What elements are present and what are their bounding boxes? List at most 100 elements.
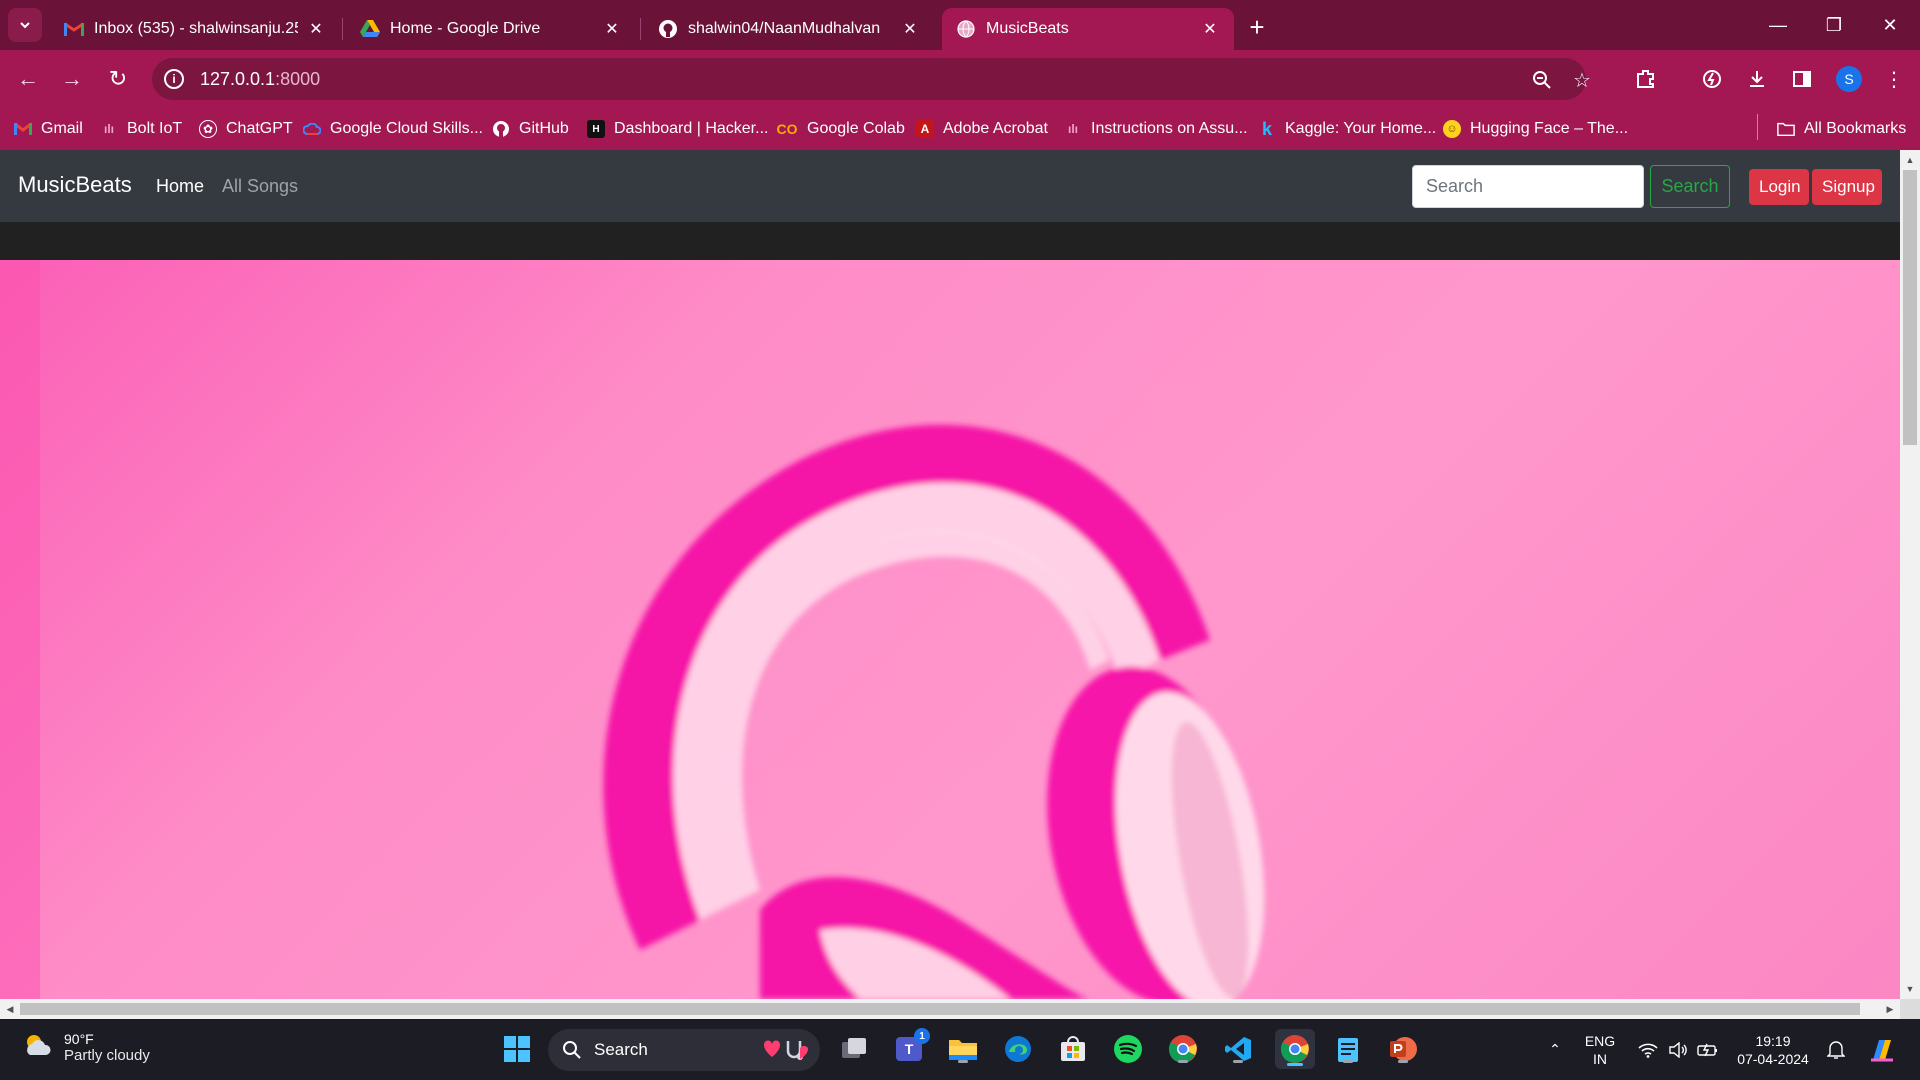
minimize-button[interactable]: — [1750, 0, 1806, 50]
taskbar-search[interactable]: Search [548, 1029, 820, 1071]
scroll-up-icon[interactable]: ▲ [1900, 152, 1920, 168]
bookmark-bolt-iot[interactable]: ılı Bolt IoT [100, 108, 182, 150]
site-info-icon[interactable]: i [164, 69, 184, 89]
teams-app[interactable]: T 1 [892, 1028, 930, 1066]
file-explorer-app[interactable] [946, 1032, 980, 1066]
tab-gmail[interactable]: Inbox (535) - shalwinsanju.25cs ✕ [50, 8, 340, 50]
powerpoint-app[interactable] [1386, 1032, 1420, 1066]
language-indicator[interactable]: ENG IN [1574, 1019, 1626, 1080]
browser-toolbar: ← → ↻ i 127.0.0.1:8000 ☆ ⋮ [0, 50, 1920, 108]
back-button[interactable]: ← [10, 61, 46, 97]
wifi-icon[interactable] [1634, 1019, 1662, 1080]
close-icon[interactable]: ✕ [306, 19, 326, 39]
bookmark-chatgpt[interactable]: ✿ ChatGPT [199, 108, 293, 150]
bookmark-adobe-acrobat[interactable]: A Adobe Acrobat [916, 108, 1048, 150]
restore-button[interactable]: ❐ [1806, 0, 1862, 50]
side-panel-icon[interactable] [1788, 65, 1816, 93]
bookmark-label: Bolt IoT [127, 120, 183, 137]
spotify-app[interactable] [1111, 1032, 1145, 1066]
tab-search-button[interactable] [8, 8, 42, 42]
google-cloud-icon [303, 120, 321, 138]
login-button[interactable]: Login [1749, 169, 1809, 205]
address-bar[interactable]: i 127.0.0.1:8000 ☆ [152, 58, 1591, 100]
close-window-button[interactable]: ✕ [1862, 0, 1918, 50]
tab-github[interactable]: shalwin04/NaanMudhalvan ✕ [644, 8, 934, 50]
hero-image [0, 260, 1900, 999]
vertical-scroll-thumb[interactable] [1903, 170, 1917, 445]
tab-google-drive[interactable]: Home - Google Drive ✕ [346, 8, 636, 50]
bookmark-hugging-face[interactable]: ☺ Hugging Face – The... [1443, 108, 1628, 150]
bookmark-hackerrank[interactable]: H Dashboard | Hacker... [587, 108, 768, 150]
running-indicator [1178, 1060, 1188, 1063]
bookmark-github[interactable]: GitHub [492, 108, 569, 150]
start-button[interactable] [500, 1032, 534, 1066]
scroll-right-icon[interactable]: ▶ [1880, 999, 1900, 1019]
scroll-down-icon[interactable]: ▼ [1900, 981, 1920, 997]
bookmark-gmail[interactable]: Gmail [14, 108, 83, 150]
nav-all-songs[interactable]: All Songs [222, 176, 298, 197]
url-text[interactable]: 127.0.0.1:8000 [200, 69, 320, 90]
edge-app[interactable] [1001, 1032, 1035, 1066]
bookmark-label: Gmail [41, 120, 83, 137]
running-indicator [1343, 1060, 1353, 1063]
copilot-icon[interactable] [1862, 1019, 1902, 1080]
chrome-app-active[interactable] [1275, 1029, 1315, 1069]
brand-logo[interactable]: MusicBeats [18, 172, 132, 198]
headphones-icon [0, 260, 1265, 999]
bookmark-instructions[interactable]: ılı Instructions on Assu... [1064, 108, 1248, 150]
weather-widget[interactable]: 90°F Partly cloudy [22, 1031, 150, 1064]
folder-icon [949, 1040, 977, 1060]
bookmark-star-icon[interactable]: ☆ [1570, 68, 1594, 92]
close-icon[interactable]: ✕ [900, 19, 920, 39]
signup-button[interactable]: Signup [1812, 169, 1882, 205]
running-indicator [1398, 1060, 1408, 1063]
chrome-app[interactable] [1166, 1032, 1200, 1066]
close-icon[interactable]: ✕ [1200, 19, 1220, 39]
zoom-icon[interactable] [1530, 68, 1554, 92]
clock-time: 19:19 [1755, 1032, 1791, 1049]
close-icon[interactable]: ✕ [602, 19, 622, 39]
search-button[interactable]: Search [1650, 165, 1730, 208]
download-icon[interactable] [1743, 65, 1771, 93]
microsoft-store-app[interactable] [1056, 1032, 1090, 1066]
notepad-app[interactable] [1331, 1032, 1365, 1066]
battery-icon[interactable] [1694, 1019, 1722, 1080]
performance-icon[interactable] [1698, 65, 1726, 93]
arrow-left-icon: ← [17, 66, 39, 91]
clock[interactable]: 19:19 07-04-2024 [1728, 1019, 1818, 1080]
chrome-icon [1280, 1035, 1309, 1063]
task-view-icon [842, 1038, 866, 1058]
scroll-left-icon[interactable]: ◀ [0, 999, 20, 1019]
plus-icon: + [1249, 11, 1265, 42]
tab-musicbeats[interactable]: MusicBeats ✕ [942, 8, 1234, 50]
vertical-scrollbar[interactable]: ▲ ▼ [1900, 150, 1920, 999]
search-input[interactable] [1412, 165, 1644, 208]
all-bookmarks-button[interactable]: All Bookmarks [1777, 108, 1906, 150]
bookmark-kaggle[interactable]: k Kaggle: Your Home... [1258, 108, 1436, 150]
bookmark-google-colab[interactable]: CO Google Colab [776, 108, 905, 150]
nav-home[interactable]: Home [156, 176, 204, 197]
restore-icon: ❐ [1825, 14, 1843, 35]
acrobat-icon: A [916, 120, 934, 138]
horizontal-scrollbar[interactable]: ◀ ▶ [0, 999, 1900, 1019]
forward-button[interactable]: → [54, 61, 90, 97]
profile-avatar[interactable]: S [1836, 66, 1862, 92]
task-view-button[interactable] [837, 1032, 871, 1066]
google-drive-icon [360, 19, 380, 39]
volume-icon[interactable] [1664, 1019, 1692, 1080]
vscode-app[interactable] [1221, 1032, 1255, 1066]
bookmark-google-cloud[interactable]: Google Cloud Skills... [303, 108, 483, 150]
menu-icon[interactable]: ⋮ [1880, 65, 1908, 93]
new-tab-button[interactable]: + [1240, 10, 1274, 44]
extensions-icon[interactable] [1632, 65, 1660, 93]
kaggle-icon: k [1261, 118, 1272, 139]
horizontal-scroll-thumb[interactable] [20, 1003, 1860, 1015]
store-icon [1061, 1036, 1085, 1061]
vscode-icon [1225, 1037, 1251, 1061]
show-hidden-icons-button[interactable]: ⌃ [1540, 1019, 1570, 1080]
reload-button[interactable]: ↻ [100, 61, 136, 97]
notifications-icon[interactable] [1822, 1019, 1850, 1080]
windows-logo-icon [504, 1036, 530, 1062]
globe-icon [956, 19, 976, 39]
bookmark-label: Hugging Face – The... [1470, 120, 1629, 137]
